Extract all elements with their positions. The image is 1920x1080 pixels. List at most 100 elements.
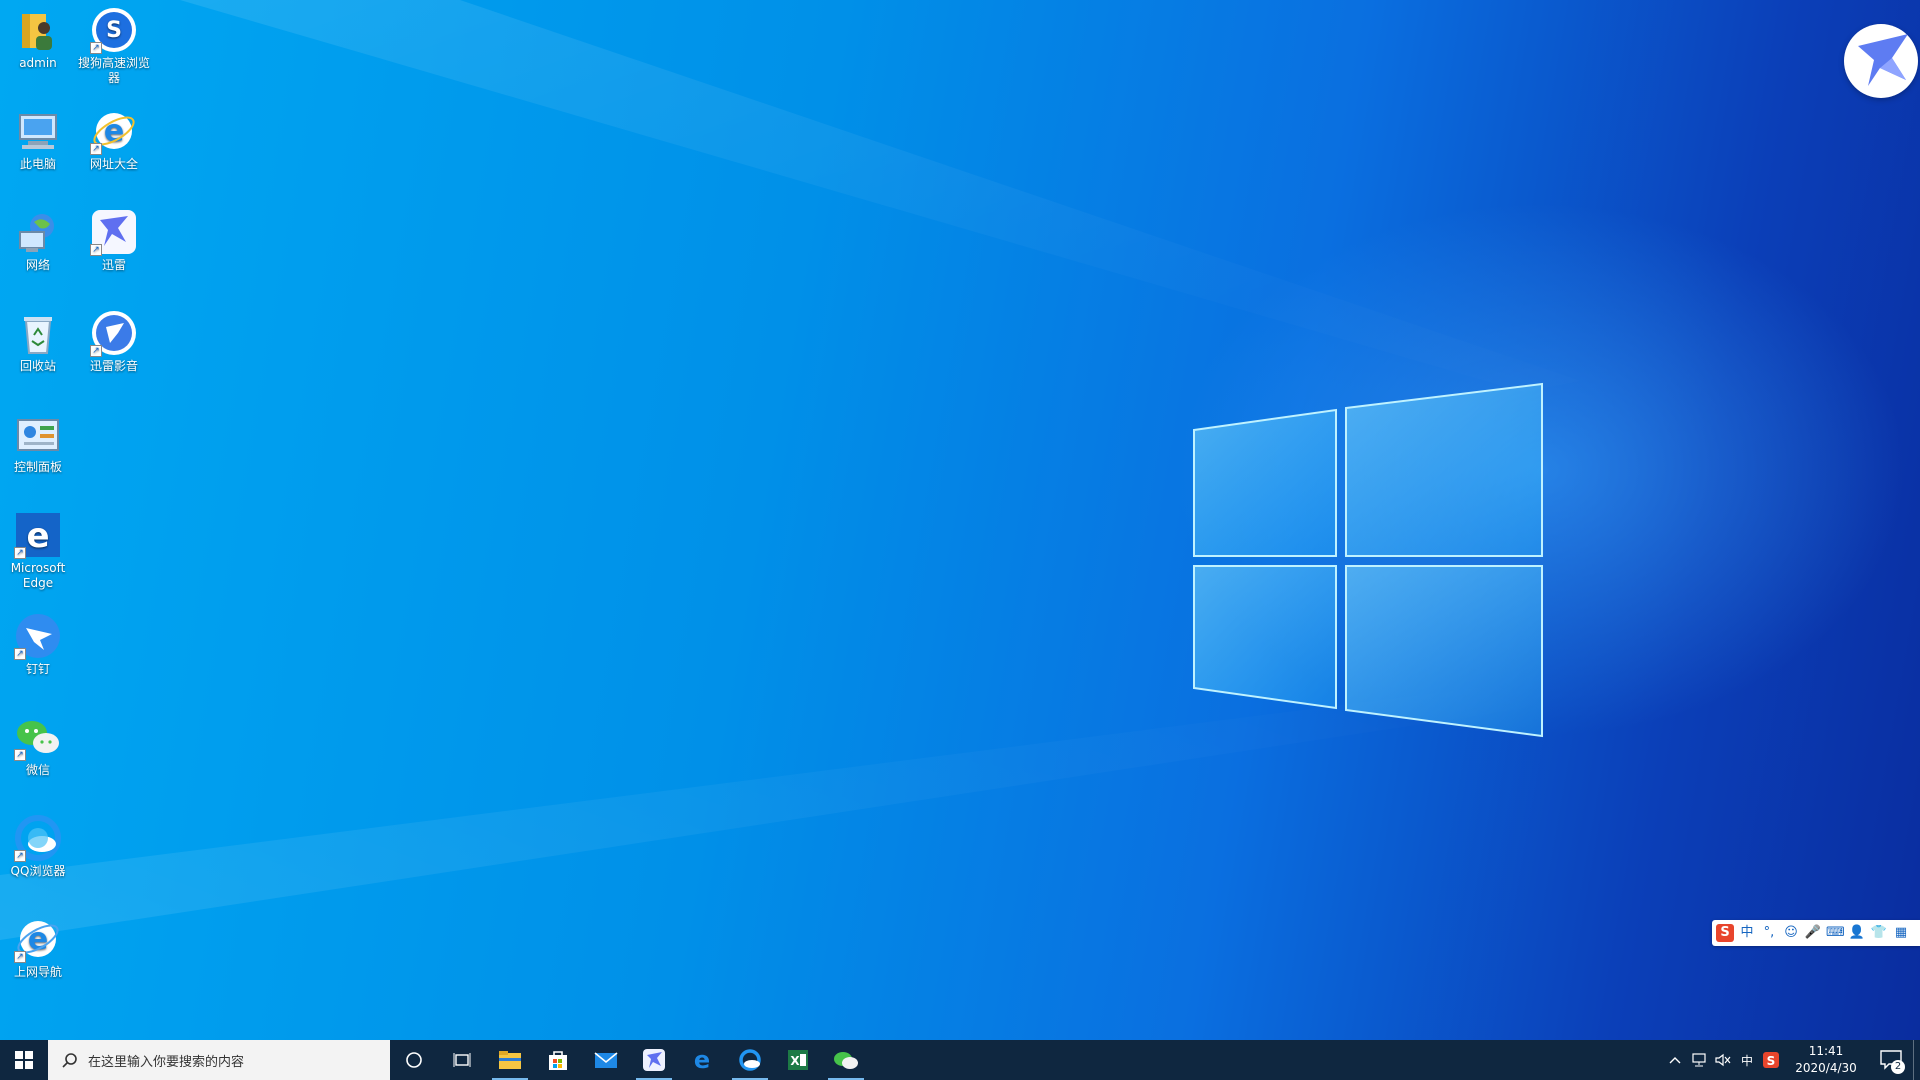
desktop-icon-label: 搜狗高速浏览器 xyxy=(77,56,150,85)
excel-icon: X xyxy=(788,1050,808,1070)
svg-text:X: X xyxy=(790,1054,800,1068)
taskbar-file-explorer[interactable] xyxy=(486,1040,534,1080)
sogou-browser-icon: S ↗ xyxy=(90,6,138,54)
windows-logo-wallpaper xyxy=(1193,382,1543,738)
windows-start-icon xyxy=(15,1051,33,1069)
clock-time: 11:41 xyxy=(1808,1044,1844,1058)
qq-browser-icon xyxy=(739,1049,761,1071)
mail-icon xyxy=(594,1052,618,1068)
thunder-icon xyxy=(643,1049,665,1071)
tray-sogou-button[interactable]: S xyxy=(1759,1040,1783,1080)
ime-punctuation-button[interactable]: °, xyxy=(1760,924,1778,942)
desktop-icon-qq-browser[interactable]: ↗ QQ浏览器 xyxy=(0,808,76,879)
svg-text:e: e xyxy=(26,516,49,556)
desktop-icon-sogou-browser[interactable]: S ↗ 搜狗高速浏览器 xyxy=(76,0,152,86)
taskbar-search-box[interactable]: 在这里输入你要搜索的内容 xyxy=(48,1040,390,1080)
folder-icon xyxy=(499,1051,521,1069)
desktop-icon-thunder[interactable]: ↗ 迅雷 xyxy=(76,202,152,273)
show-desktop-button[interactable] xyxy=(1913,1040,1920,1080)
desktop-icon-label: 此电脑 xyxy=(19,157,56,171)
desktop-icon-label: admin xyxy=(19,56,57,70)
desktop-icon-control-panel[interactable]: 控制面板 xyxy=(0,404,76,475)
thunder-bird-icon xyxy=(1858,34,1908,86)
desktop-icon-this-pc[interactable]: 此电脑 xyxy=(0,101,76,172)
taskbar-store[interactable] xyxy=(534,1040,582,1080)
thunder-icon: ↗ xyxy=(90,208,138,256)
ime-toolbar: S 中 °, ☺ 🎤 ⌨ 👤 👕 ▦ xyxy=(1712,920,1920,946)
desktop-icon-label: QQ浏览器 xyxy=(10,864,66,878)
system-tray: 中 S 11:41 2020/4/30 2 xyxy=(1663,1040,1920,1080)
tray-overflow-button[interactable] xyxy=(1663,1040,1687,1080)
taskbar-wechat[interactable] xyxy=(822,1040,870,1080)
tray-ime-button[interactable]: 中 xyxy=(1735,1040,1759,1080)
search-placeholder: 在这里输入你要搜索的内容 xyxy=(88,1054,245,1070)
ime-emoji-button[interactable]: ☺ xyxy=(1782,924,1800,942)
control-panel-icon xyxy=(14,410,62,458)
recycle-bin-icon xyxy=(14,309,62,357)
desktop-icon-thunder-player[interactable]: ↗ 迅雷影音 xyxy=(76,303,152,374)
user-folder-icon xyxy=(14,6,62,54)
action-center-button[interactable]: 2 xyxy=(1869,1040,1913,1080)
desktop-icon-recycle-bin[interactable]: 回收站 xyxy=(0,303,76,374)
chevron-up-icon xyxy=(1669,1057,1681,1064)
volume-muted-icon xyxy=(1715,1053,1731,1067)
clock-date: 2020/4/30 xyxy=(1795,1061,1857,1075)
desktop-icon-admin[interactable]: admin xyxy=(0,0,76,71)
taskbar-edge[interactable]: e xyxy=(678,1040,726,1080)
desktop-icon-label: 控制面板 xyxy=(13,460,62,474)
computer-icon xyxy=(14,107,62,155)
desktop-icon-label: 回收站 xyxy=(19,359,56,373)
desktop-icon-dingtalk[interactable]: ↗ 钉钉 xyxy=(0,606,76,677)
ime-toolbox-button[interactable]: ▦ xyxy=(1892,924,1910,942)
cortana-button[interactable] xyxy=(390,1040,438,1080)
tray-network-button[interactable] xyxy=(1687,1040,1711,1080)
desktop-icon-microsoft-edge[interactable]: e ↗ Microsoft Edge xyxy=(0,505,76,591)
wechat-icon xyxy=(834,1052,858,1069)
qq-browser-icon: ↗ xyxy=(14,814,62,862)
sogou-ime-logo-icon[interactable]: S xyxy=(1716,924,1734,942)
ie-icon: e ↗ xyxy=(90,107,138,155)
wechat-icon: ↗ xyxy=(14,713,62,761)
notification-count-badge: 2 xyxy=(1891,1060,1905,1074)
sogou-ime-icon: S xyxy=(1763,1052,1779,1068)
ime-user-button[interactable]: 👤 xyxy=(1848,924,1866,942)
desktop-icon-label: 网址大全 xyxy=(89,157,138,171)
edge-icon: e ↗ xyxy=(14,511,62,559)
desktop-icon-wechat[interactable]: ↗ 微信 xyxy=(0,707,76,778)
desktop-icon-label: 迅雷 xyxy=(101,258,126,272)
thunder-float-widget[interactable] xyxy=(1844,24,1918,98)
start-button[interactable] xyxy=(0,1040,48,1080)
search-icon xyxy=(62,1053,77,1068)
desktop-icon-label: 钉钉 xyxy=(25,662,50,676)
edge-icon: e xyxy=(694,1048,710,1072)
desktop-icon-label: 上网导航 xyxy=(13,965,62,979)
taskbar-excel[interactable]: X xyxy=(774,1040,822,1080)
desktop-icon-web-navigation[interactable]: e ↗ 上网导航 xyxy=(0,909,76,980)
ime-chinese-mode-button[interactable]: 中 xyxy=(1738,924,1756,942)
taskbar-mail[interactable] xyxy=(582,1040,630,1080)
svg-text:e: e xyxy=(694,1048,710,1072)
svg-text:S: S xyxy=(106,18,122,43)
svg-text:S: S xyxy=(1767,1054,1776,1068)
ime-voice-button[interactable]: 🎤 xyxy=(1804,924,1822,942)
dingtalk-icon: ↗ xyxy=(14,612,62,660)
ie-icon: e ↗ xyxy=(14,915,62,963)
task-view-icon xyxy=(453,1053,471,1067)
ime-skin-button[interactable]: 👕 xyxy=(1870,924,1888,942)
desktop-icon-label: 网络 xyxy=(25,258,50,272)
task-view-button[interactable] xyxy=(438,1040,486,1080)
desktop-icon-label: Microsoft Edge xyxy=(10,561,66,590)
taskbar: 在这里输入你要搜索的内容 e X 中 S 11:41 2020/4/30 2 xyxy=(0,1040,1920,1080)
desktop-icon-web-directory[interactable]: e ↗ 网址大全 xyxy=(76,101,152,172)
store-bag-icon xyxy=(549,1051,567,1070)
ime-keyboard-button[interactable]: ⌨ xyxy=(1826,924,1845,942)
taskbar-qq-browser[interactable] xyxy=(726,1040,774,1080)
taskbar-clock[interactable]: 11:41 2020/4/30 xyxy=(1783,1043,1869,1077)
tray-volume-button[interactable] xyxy=(1711,1040,1735,1080)
desktop-icon-label: 微信 xyxy=(25,763,50,777)
network-icon xyxy=(1692,1053,1706,1067)
desktop-icon-label: 迅雷影音 xyxy=(89,359,138,373)
network-icon xyxy=(14,208,62,256)
desktop-icon-network[interactable]: 网络 xyxy=(0,202,76,273)
taskbar-thunder[interactable] xyxy=(630,1040,678,1080)
